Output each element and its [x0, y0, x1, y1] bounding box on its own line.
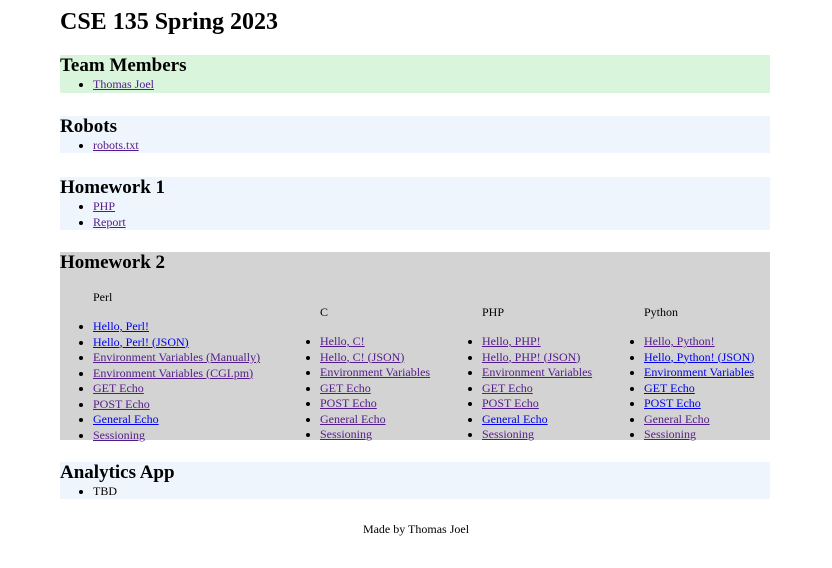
hw1-php-link[interactable]: PHP: [93, 199, 115, 213]
perl-hello-json-link[interactable]: Hello, Perl! (JSON): [93, 335, 189, 349]
analytics-app-section: Analytics App TBD: [60, 462, 770, 499]
list-item: Sessioning: [482, 427, 619, 443]
list-item: POST Echo: [482, 396, 619, 412]
perl-env-cgipm-link[interactable]: Environment Variables (CGI.pm): [93, 366, 253, 380]
c-env-link[interactable]: Environment Variables: [320, 365, 430, 379]
c-hello-json-link[interactable]: Hello, C! (JSON): [320, 350, 404, 364]
c-sessioning-link[interactable]: Sessioning: [320, 427, 372, 441]
hw1-report-link[interactable]: Report: [93, 215, 126, 229]
list-item: GET Echo: [482, 381, 619, 397]
list-item: POST Echo: [644, 396, 770, 412]
homework-1-section: Homework 1 PHP Report: [60, 177, 770, 230]
python-hello-link[interactable]: Hello, Python!: [644, 334, 715, 348]
perl-get-echo-link[interactable]: GET Echo: [93, 381, 144, 395]
team-members-list: Thomas Joel: [60, 77, 770, 93]
perl-env-manual-link[interactable]: Environment Variables (Manually): [93, 350, 260, 364]
php-column: PHP Hello, PHP! Hello, PHP! (JSON) Envir…: [449, 305, 619, 443]
python-hello-json-link[interactable]: Hello, Python! (JSON): [644, 350, 754, 364]
list-item: Hello, PHP! (JSON): [482, 350, 619, 366]
list-item: Sessioning: [93, 428, 230, 444]
php-sessioning-link[interactable]: Sessioning: [482, 427, 534, 441]
list-item: Environment Variables (Manually): [93, 350, 260, 366]
perl-sessioning-link[interactable]: Sessioning: [93, 428, 145, 442]
homework-1-list: PHP Report: [60, 199, 770, 230]
python-general-echo-link[interactable]: General Echo: [644, 412, 710, 426]
php-hello-json-link[interactable]: Hello, PHP! (JSON): [482, 350, 580, 364]
list-item: Hello, Python!: [644, 334, 770, 350]
list-item: General Echo: [93, 412, 230, 428]
c-link-list: Hello, C! Hello, C! (JSON) Environment V…: [287, 334, 457, 443]
list-item: POST Echo: [320, 396, 457, 412]
perl-general-echo-link[interactable]: General Echo: [93, 412, 159, 426]
list-item: Sessioning: [644, 427, 770, 443]
c-column: C Hello, C! Hello, C! (JSON) Environment…: [287, 305, 457, 443]
c-get-echo-link[interactable]: GET Echo: [320, 381, 371, 395]
php-env-link[interactable]: Environment Variables: [482, 365, 592, 379]
list-item: General Echo: [482, 412, 619, 428]
c-hello-link[interactable]: Hello, C!: [320, 334, 365, 348]
list-item: General Echo: [644, 412, 770, 428]
perl-post-echo-link[interactable]: POST Echo: [93, 397, 150, 411]
python-post-echo-link[interactable]: POST Echo: [644, 396, 701, 410]
python-link-list: Hello, Python! Hello, Python! (JSON) Env…: [611, 334, 770, 443]
list-item: Environment Variables (CGI.pm): [93, 366, 253, 382]
php-get-echo-link[interactable]: GET Echo: [482, 381, 533, 395]
c-general-echo-link[interactable]: General Echo: [320, 412, 386, 426]
list-item: Hello, Perl! (JSON): [93, 335, 230, 351]
list-item: Environment Variables: [320, 365, 457, 381]
php-post-echo-link[interactable]: POST Echo: [482, 396, 539, 410]
list-item: Report: [93, 215, 770, 231]
list-item: GET Echo: [320, 381, 457, 397]
list-item: TBD: [93, 484, 770, 500]
footer-credit: Made by Thomas Joel: [362, 522, 470, 536]
robots-list: robots.txt: [60, 138, 770, 154]
list-item: GET Echo: [644, 381, 770, 397]
team-members-section: Team Members Thomas Joel: [60, 55, 770, 93]
homework-1-heading: Homework 1: [60, 177, 166, 198]
python-env-link[interactable]: Environment Variables: [644, 365, 754, 379]
list-item: Hello, Python! (JSON): [644, 350, 770, 366]
robots-heading: Robots: [60, 116, 118, 137]
list-item: Hello, PHP!: [482, 334, 619, 350]
list-item: Environment Variables: [644, 365, 770, 381]
analytics-list: TBD: [60, 484, 770, 500]
perl-column-title: Perl: [93, 290, 113, 304]
team-member-link[interactable]: Thomas Joel: [93, 77, 154, 91]
robots-section: Robots robots.txt: [60, 116, 770, 153]
perl-link-list: Hello, Perl! Hello, Perl! (JSON) Environ…: [60, 319, 260, 444]
perl-column: Perl Hello, Perl! Hello, Perl! (JSON) En…: [60, 290, 260, 444]
list-item: Hello, C!: [320, 334, 457, 350]
c-post-echo-link[interactable]: POST Echo: [320, 396, 377, 410]
c-column-title: C: [320, 305, 329, 319]
php-link-list: Hello, PHP! Hello, PHP! (JSON) Environme…: [449, 334, 619, 443]
homework-2-section: Homework 2 Perl Hello, Perl! Hello, Perl…: [60, 252, 770, 444]
list-item: PHP: [93, 199, 770, 215]
list-item: Sessioning: [320, 427, 457, 443]
python-column: Python Hello, Python! Hello, Python! (JS…: [611, 305, 770, 443]
team-members-heading: Team Members: [60, 55, 187, 76]
php-general-echo-link[interactable]: General Echo: [482, 412, 548, 426]
list-item: POST Echo: [93, 397, 230, 413]
analytics-app-heading: Analytics App: [60, 462, 175, 483]
python-column-title: Python: [644, 305, 679, 319]
page-title: CSE 135 Spring 2023: [60, 9, 279, 35]
python-get-echo-link[interactable]: GET Echo: [644, 381, 695, 395]
list-item: Hello, C! (JSON): [320, 350, 457, 366]
list-item: robots.txt: [93, 138, 770, 154]
list-item: Thomas Joel: [93, 77, 770, 93]
perl-hello-link[interactable]: Hello, Perl!: [93, 319, 149, 333]
homework-2-heading: Homework 2: [60, 252, 166, 273]
list-item: Hello, Perl!: [93, 319, 230, 335]
python-sessioning-link[interactable]: Sessioning: [644, 427, 696, 441]
list-item: GET Echo: [93, 381, 230, 397]
robots-txt-link[interactable]: robots.txt: [93, 138, 139, 152]
php-column-title: PHP: [482, 305, 505, 319]
list-item: Environment Variables: [482, 365, 619, 381]
list-item: General Echo: [320, 412, 457, 428]
php-hello-link[interactable]: Hello, PHP!: [482, 334, 541, 348]
